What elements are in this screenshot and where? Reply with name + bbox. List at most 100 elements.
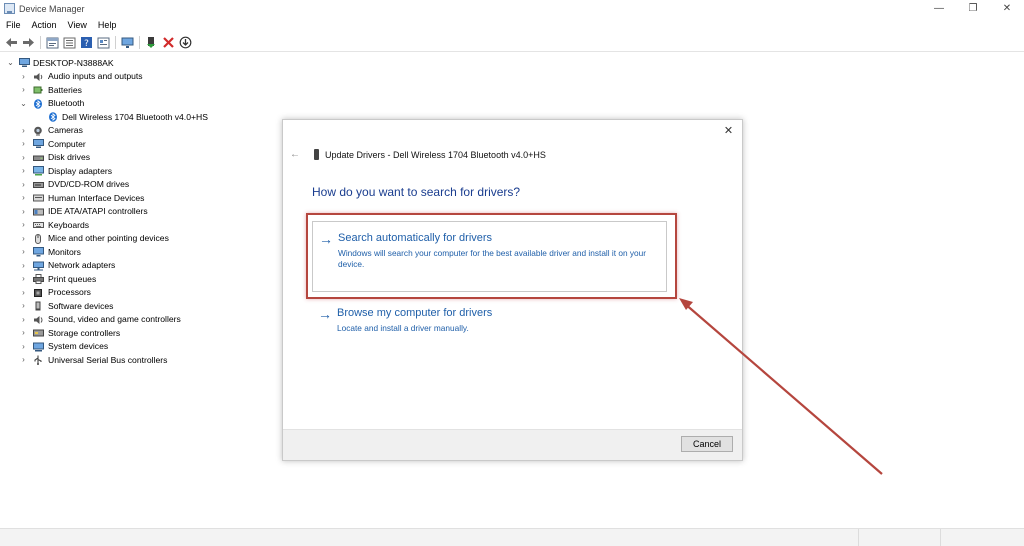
chevron-right-icon[interactable]: › [20, 180, 27, 188]
properties-icon[interactable] [45, 36, 60, 50]
tree-item-label: System devices [48, 341, 109, 352]
menu-view[interactable]: View [62, 20, 92, 30]
back-icon[interactable] [4, 36, 19, 50]
tree-item-sound[interactable]: › Sound, video and game controllers [0, 313, 280, 327]
disk-icon [33, 153, 44, 162]
dialog-close-button[interactable]: ✕ [722, 125, 735, 138]
svg-text:?: ? [84, 39, 89, 49]
chevron-right-icon[interactable]: › [20, 342, 27, 350]
usb-icon [33, 355, 43, 366]
tree-item-cameras[interactable]: › Cameras [0, 124, 280, 138]
option-title: Browse my computer for drivers [337, 307, 493, 319]
uninstall-icon[interactable] [161, 36, 176, 50]
menu-help[interactable]: Help [92, 20, 122, 30]
chevron-right-icon[interactable]: › [20, 234, 27, 242]
tree-item-monitors[interactable]: › Monitors [0, 245, 280, 259]
cancel-button[interactable]: Cancel [681, 436, 733, 452]
chevron-right-icon[interactable]: › [20, 329, 27, 337]
tree-root[interactable]: ⌄ DESKTOP-N3888AK [0, 56, 280, 70]
chevron-right-icon[interactable]: › [20, 248, 27, 256]
sound-icon [33, 315, 43, 324]
camera-icon [33, 126, 43, 136]
list-icon[interactable] [62, 36, 77, 50]
option-title: Search automatically for drivers [338, 232, 493, 244]
chevron-right-icon[interactable]: › [20, 167, 27, 175]
chevron-right-icon[interactable]: › [20, 275, 27, 283]
toolbar-separator [139, 36, 140, 49]
tree-item-software[interactable]: › Software devices [0, 299, 280, 313]
update-driver-icon[interactable] [144, 36, 159, 50]
menu-action[interactable]: Action [26, 20, 62, 30]
help-icon[interactable]: ? [79, 36, 94, 50]
tree-item-keyboards[interactable]: › Keyboards [0, 218, 280, 232]
tree-item-bluetooth[interactable]: ⌄ Bluetooth [0, 97, 280, 111]
monitor-icon[interactable] [120, 36, 135, 50]
forward-icon[interactable] [21, 36, 36, 50]
dialog-heading: How do you want to search for drivers? [312, 185, 521, 199]
tree-item-dvd[interactable]: › DVD/CD-ROM drives [0, 178, 280, 192]
chevron-right-icon[interactable]: › [20, 72, 27, 80]
tree-item-label: Mice and other pointing devices [48, 233, 169, 244]
hid-icon [33, 193, 44, 202]
tree-item-display-adapters[interactable]: › Display adapters [0, 164, 280, 178]
computer-icon [33, 139, 44, 149]
chevron-right-icon[interactable]: › [20, 153, 27, 161]
tree-item-label: Keyboards [48, 219, 90, 230]
restore-button[interactable]: ❐ [956, 0, 990, 17]
processor-icon [33, 288, 43, 297]
chevron-right-icon[interactable]: › [20, 288, 27, 296]
option-description: Windows will search your computer for th… [338, 248, 647, 269]
device-tree: ⌄ DESKTOP-N3888AK › Audio inputs and out… [0, 56, 280, 367]
speaker-icon [33, 72, 43, 81]
minimize-button[interactable]: — [922, 0, 956, 17]
display-icon [33, 166, 44, 176]
chevron-down-icon[interactable]: ⌄ [20, 99, 27, 107]
bluetooth-icon [33, 99, 43, 109]
tree-item-processors[interactable]: › Processors [0, 286, 280, 300]
tree-item-storage[interactable]: › Storage controllers [0, 326, 280, 340]
chevron-right-icon[interactable]: › [20, 356, 27, 364]
chevron-right-icon[interactable]: › [20, 261, 27, 269]
tree-item-usb[interactable]: › Universal Serial Bus controllers [0, 353, 280, 367]
tree-item-audio[interactable]: › Audio inputs and outputs [0, 70, 280, 84]
chevron-right-icon[interactable]: › [20, 126, 27, 134]
tree-item-network[interactable]: › Network adapters [0, 259, 280, 273]
chevron-down-icon[interactable]: ⌄ [7, 59, 14, 67]
tree-item-hid[interactable]: › Human Interface Devices [0, 191, 280, 205]
search-automatically-option[interactable]: → Search automatically for drivers Windo… [312, 221, 667, 292]
tree-item-mice[interactable]: › Mice and other pointing devices [0, 232, 280, 246]
tree-item-label: Computer [48, 138, 86, 149]
chevron-right-icon[interactable]: › [20, 140, 27, 148]
tree-item-label: DVD/CD-ROM drives [48, 179, 130, 190]
browse-computer-option[interactable]: → Browse my computer for drivers Locate … [312, 307, 667, 337]
chevron-right-icon[interactable]: › [20, 207, 27, 215]
device-icon [314, 149, 319, 160]
computer-icon [19, 58, 30, 68]
close-button[interactable]: ✕ [990, 0, 1024, 17]
details-icon[interactable] [96, 36, 111, 50]
arrow-right-icon: → [318, 306, 332, 322]
tree-item-label: Software devices [48, 300, 114, 311]
network-icon [33, 261, 44, 271]
option-description: Locate and install a driver manually. [337, 323, 469, 333]
tree-item-print-queues[interactable]: › Print queues [0, 272, 280, 286]
chevron-right-icon[interactable]: › [20, 221, 27, 229]
tree-item-disk-drives[interactable]: › Disk drives [0, 151, 280, 165]
window-controls: — ❐ ✕ [922, 0, 1024, 17]
dialog-footer: Cancel [283, 429, 742, 460]
chevron-right-icon[interactable]: › [20, 302, 27, 310]
status-bar [0, 528, 1024, 546]
chevron-right-icon[interactable]: › [20, 194, 27, 202]
back-arrow-icon[interactable]: ← [290, 149, 300, 160]
tree-item-ide[interactable]: › IDE ATA/ATAPI controllers [0, 205, 280, 219]
tree-item-system[interactable]: › System devices [0, 340, 280, 354]
tree-item-computer[interactable]: › Computer [0, 137, 280, 151]
menu-file[interactable]: File [0, 20, 26, 30]
tree-item-batteries[interactable]: › Batteries [0, 83, 280, 97]
status-bar-segment [940, 529, 1024, 546]
tree-item-label: Audio inputs and outputs [48, 71, 143, 82]
download-icon[interactable] [178, 36, 193, 50]
chevron-right-icon[interactable]: › [20, 86, 27, 94]
chevron-right-icon[interactable]: › [20, 315, 27, 323]
tree-item-dell-bluetooth[interactable]: Dell Wireless 1704 Bluetooth v4.0+HS [0, 110, 280, 124]
